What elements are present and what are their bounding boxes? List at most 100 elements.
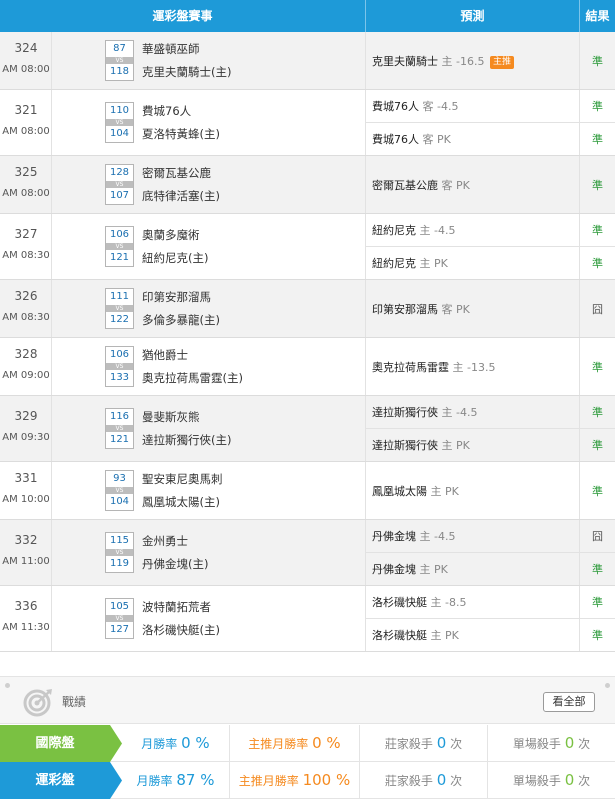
pick-odds: PK (437, 133, 451, 146)
vs-label: VS (106, 119, 133, 126)
home-score: 104 (109, 496, 130, 507)
home-team[interactable]: 奧克拉荷馬雷霆(主) (142, 370, 243, 386)
away-score: 87 (113, 43, 126, 54)
home-team[interactable]: 達拉斯獨行俠(主) (142, 432, 231, 448)
pick-side: 主 (430, 629, 442, 642)
prediction-cell: 紐約尼克 主 -4.5 紐約尼克 主 PK (366, 214, 580, 279)
monthly-win-rate: 月勝率 0 % (122, 725, 230, 762)
away-team[interactable]: 曼斐斯灰熊 (142, 409, 200, 425)
home-score: 127 (109, 624, 130, 635)
game-number: 326 (14, 289, 38, 303)
away-team[interactable]: 密爾瓦基公鹿 (142, 165, 211, 181)
away-team[interactable]: 奧蘭多魔術 (142, 227, 200, 243)
result-cell: 囧 (580, 280, 615, 337)
header-prediction: 預測 (366, 0, 580, 32)
banker-killer: 莊家殺手 0 次 (360, 762, 488, 799)
pick-side: 主 (419, 563, 431, 576)
home-team[interactable]: 洛杉磯快艇(主) (142, 622, 220, 638)
match-cell: 106 VS 133 猶他爵士 奧克拉荷馬雷霆(主) (52, 338, 366, 395)
home-team[interactable]: 丹佛金塊(主) (142, 556, 208, 572)
pick-side: 主 (430, 596, 442, 609)
away-team[interactable]: 聖安東尼奧馬刺 (142, 471, 223, 487)
game-number: 336 (14, 599, 38, 613)
prediction-line: 奧克拉荷馬雷霆 主 -13.5 (366, 351, 580, 384)
away-score: 106 (109, 229, 130, 240)
home-team[interactable]: 夏洛特黃蜂(主) (142, 126, 220, 142)
monthly-win-rate-label: 月勝率 (141, 737, 178, 751)
home-team[interactable]: 紐約尼克(主) (142, 250, 208, 266)
top-pick-win-rate: 主推月勝率 100 % (230, 762, 360, 799)
game-row: 325 AM 08:00 128 VS 107 密爾瓦基公鹿 底特律活塞(主) 密爾瓦基公鹿 … (0, 156, 615, 214)
away-score: 93 (113, 473, 126, 484)
away-score: 105 (109, 601, 130, 612)
home-team[interactable]: 多倫多暴龍(主) (142, 312, 220, 328)
away-team[interactable]: 印第安那溜馬 (142, 289, 211, 305)
pick-team: 達拉斯獨行俠 (372, 406, 438, 419)
home-score: 104 (109, 128, 130, 139)
view-all-button[interactable]: 看全部 (543, 692, 595, 712)
game-number: 325 (14, 165, 38, 179)
match-cell: 111 VS 122 印第安那溜馬 多倫多暴龍(主) (52, 280, 366, 337)
pick-result: 準 (592, 439, 603, 452)
prediction-line: 紐約尼克 主 PK (366, 247, 580, 280)
pick-side: 主 (419, 257, 431, 270)
game-row: 326 AM 08:30 111 VS 122 印第安那溜馬 多倫多暴龍(主) 印第安那溜馬 … (0, 280, 615, 338)
game-row: 331 AM 10:00 93 VS 104 聖安東尼奧馬刺 鳳凰城太陽(主) 鳳凰城太陽 主… (0, 462, 615, 520)
pick-odds: PK (456, 302, 470, 316)
single-game-killer-unit: 次 (578, 774, 591, 788)
score-box: 110 VS 104 (105, 102, 134, 143)
pick-result: 準 (592, 133, 603, 146)
featured-pick-badge: 主推 (489, 55, 514, 69)
game-info-cell: 331 AM 10:00 (0, 462, 52, 519)
single-game-killer-label: 單場殺手 (512, 737, 561, 751)
score-box: 93 VS 104 (105, 470, 134, 511)
away-team[interactable]: 華盛頓巫師 (142, 41, 200, 57)
pick-side: 主 (419, 224, 431, 237)
game-info-cell: 324 AM 08:00 (0, 32, 52, 89)
pick-result: 準 (592, 178, 603, 192)
prediction-line: 密爾瓦基公鹿 客 PK (366, 169, 580, 202)
score-box: 106 VS 133 (105, 346, 134, 387)
score-box: 116 VS 121 (105, 408, 134, 449)
pick-odds: -8.5 (445, 596, 467, 609)
away-score: 115 (109, 535, 130, 546)
away-team[interactable]: 金州勇士 (142, 533, 188, 549)
single-game-killer-unit: 次 (578, 737, 591, 751)
home-team[interactable]: 克里夫蘭騎士(主) (142, 64, 231, 80)
pick-team: 丹佛金塊 (372, 530, 416, 543)
game-row: 329 AM 09:30 116 VS 121 曼斐斯灰熊 達拉斯獨行俠(主) 達拉斯獨行俠 … (0, 396, 615, 462)
pick-team: 洛杉磯快艇 (372, 596, 427, 609)
away-score: 128 (109, 167, 130, 178)
pick-team: 費城76人 (372, 100, 419, 113)
prediction-line: 克里夫蘭騎士 主 -16.5 主推 (366, 45, 580, 78)
pick-odds: -4.5 (434, 530, 456, 543)
result-cell: 準 (580, 156, 615, 213)
top-pick-win-rate-label: 主推月勝率 (238, 774, 299, 788)
monthly-win-rate-value: 87 % (176, 771, 215, 789)
away-team[interactable]: 費城76人 (142, 103, 191, 119)
home-team[interactable]: 底特律活塞(主) (142, 188, 220, 204)
pick-result: 囧 (580, 520, 615, 553)
pick-odds: PK (445, 484, 459, 498)
home-score: 118 (109, 66, 130, 77)
home-team[interactable]: 鳳凰城太陽(主) (142, 494, 220, 510)
banker-killer-unit: 次 (450, 774, 463, 788)
game-info-cell: 325 AM 08:00 (0, 156, 52, 213)
away-score: 106 (109, 349, 130, 360)
match-cell: 110 VS 104 費城76人夏洛特黃蜂(主) (52, 90, 366, 155)
away-team[interactable]: 猶他爵士 (142, 347, 188, 363)
away-score: 110 (109, 105, 130, 116)
game-time: AM 09:00 (2, 370, 50, 381)
away-team[interactable]: 波特蘭拓荒者 (142, 599, 211, 615)
result-cell: 準 (580, 338, 615, 395)
game-number: 327 (14, 227, 38, 241)
game-info-cell: 336 AM 11:30 (0, 586, 52, 651)
header-match: 運彩盤賽事 (0, 0, 366, 32)
home-score: 119 (109, 558, 130, 569)
single-game-killer: 單場殺手 0 次 (488, 762, 615, 799)
pick-side: 主 (419, 530, 431, 543)
pick-result: 準 (592, 629, 603, 642)
pick-odds: -16.5 (456, 54, 485, 68)
prediction-cell: 奧克拉荷馬雷霆 主 -13.5 (366, 338, 580, 395)
vs-label: VS (106, 363, 133, 370)
